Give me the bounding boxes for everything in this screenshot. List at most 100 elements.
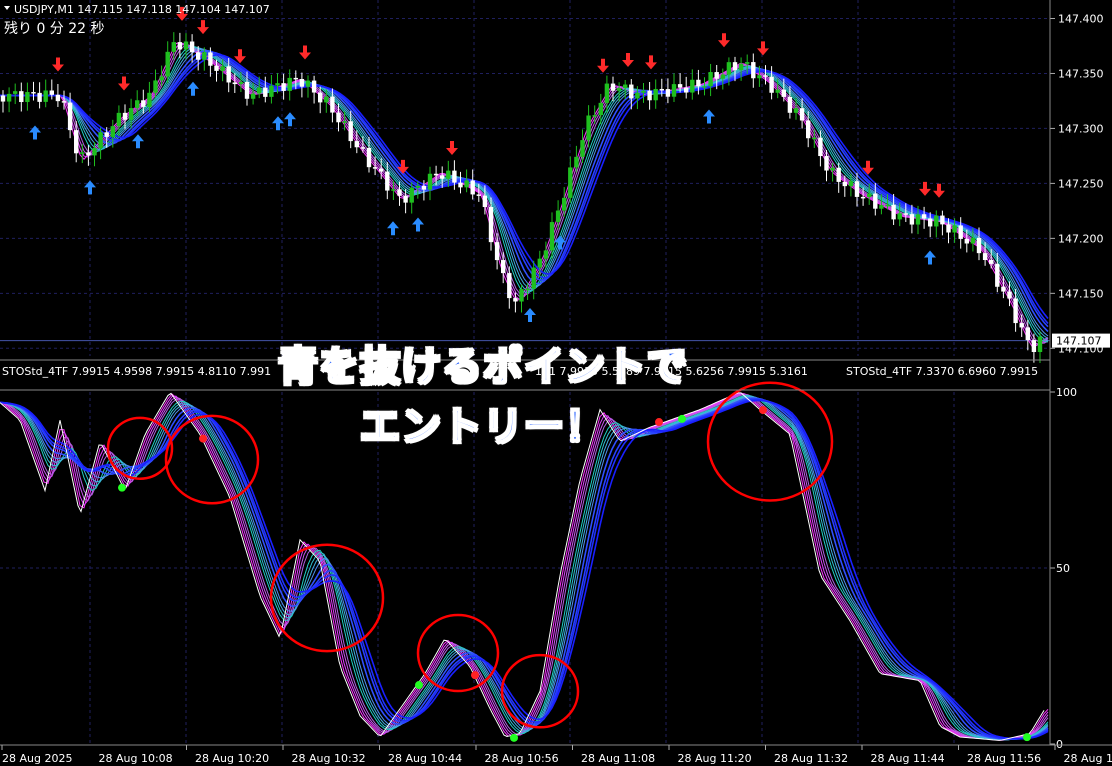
candle-body bbox=[714, 72, 719, 79]
candle-body bbox=[299, 78, 305, 87]
candle-body bbox=[1037, 336, 1043, 353]
candle-body bbox=[635, 92, 640, 99]
candle-body bbox=[897, 213, 902, 220]
candle-body bbox=[964, 238, 969, 244]
time-tick-label: 28 Aug 11:20 bbox=[678, 752, 752, 765]
candle-body bbox=[867, 193, 872, 198]
candle-body bbox=[909, 214, 915, 225]
candle-body bbox=[915, 214, 921, 225]
candle-body bbox=[568, 167, 573, 198]
candle-body bbox=[562, 197, 567, 211]
candle-body bbox=[427, 173, 433, 190]
candle-body bbox=[879, 205, 884, 209]
candle-body bbox=[110, 126, 115, 137]
candle-body bbox=[458, 182, 463, 188]
price-tick-label: 147.350 bbox=[1058, 67, 1104, 80]
time-tick-label: 28 Aug 10:56 bbox=[485, 752, 559, 765]
candle-body bbox=[696, 79, 701, 87]
candle-body bbox=[141, 100, 146, 107]
candle-body bbox=[128, 108, 134, 120]
candle-body bbox=[74, 130, 79, 154]
candle-body bbox=[806, 120, 811, 139]
candle-body bbox=[409, 187, 414, 203]
candle-body bbox=[684, 87, 689, 93]
indicator-label-1: STOStd_4TF 7.9915 4.9598 7.9915 4.8110 7… bbox=[2, 365, 271, 378]
candle-body bbox=[708, 72, 713, 87]
candle-body bbox=[647, 90, 652, 101]
candle-body bbox=[574, 156, 579, 168]
candle-body bbox=[49, 90, 54, 95]
candle-body bbox=[360, 147, 366, 149]
candle-body bbox=[232, 82, 237, 85]
candle-body bbox=[610, 83, 616, 91]
candle-body bbox=[519, 289, 524, 302]
candle-body bbox=[677, 84, 683, 88]
candle-body bbox=[171, 42, 176, 52]
candle-body bbox=[513, 298, 518, 302]
candle-body bbox=[531, 267, 536, 289]
candle-body bbox=[385, 171, 390, 191]
candle-body bbox=[787, 96, 793, 113]
candle-body bbox=[159, 76, 164, 81]
price-tick-label: 147.400 bbox=[1058, 12, 1104, 25]
candle-body bbox=[214, 65, 219, 71]
candle-body bbox=[641, 90, 646, 93]
candle-body bbox=[397, 189, 402, 196]
candle-body bbox=[366, 147, 372, 168]
time-tick-label: 28 Aug 12: bbox=[1064, 752, 1112, 765]
candle-body bbox=[702, 86, 707, 88]
candle-body bbox=[421, 185, 427, 190]
time-tick-label: 28 Aug 11:44 bbox=[871, 752, 945, 765]
indicator-label-3: STOStd_4TF 7.3370 6.6960 7.9915 bbox=[846, 365, 1038, 378]
candle-body bbox=[287, 77, 292, 91]
candle-body bbox=[488, 207, 494, 243]
candle-body bbox=[494, 242, 500, 261]
candle-body bbox=[934, 215, 939, 227]
candle-body bbox=[13, 91, 18, 94]
candle-body bbox=[354, 141, 359, 148]
candle-body bbox=[281, 83, 286, 91]
candle-body bbox=[330, 96, 335, 113]
candle-body bbox=[799, 108, 805, 121]
candle-body bbox=[946, 224, 951, 233]
price-tick-label: 147.150 bbox=[1058, 287, 1104, 300]
candle-body bbox=[501, 260, 506, 274]
time-tick-label: 28 Aug 10:32 bbox=[292, 752, 366, 765]
candle-body bbox=[781, 89, 786, 97]
candle-body bbox=[1025, 327, 1030, 341]
candle-body bbox=[940, 215, 945, 225]
candle-body bbox=[958, 225, 963, 239]
candle-body bbox=[25, 92, 30, 103]
candle-body bbox=[842, 181, 847, 187]
buy-dot bbox=[678, 414, 686, 423]
candle-body bbox=[55, 94, 61, 102]
candle-body bbox=[464, 180, 469, 188]
buy-dot bbox=[415, 681, 423, 690]
sell-dot bbox=[471, 671, 479, 680]
candle-body bbox=[623, 84, 628, 89]
candle-body bbox=[586, 115, 591, 141]
price-tick-label: 147.250 bbox=[1058, 177, 1104, 190]
candle-body bbox=[208, 52, 213, 66]
candle-body bbox=[1001, 286, 1006, 292]
candle-body bbox=[372, 167, 378, 169]
candle-body bbox=[391, 189, 396, 191]
candle-body bbox=[763, 75, 768, 77]
candle-body bbox=[403, 195, 408, 203]
buy-dot bbox=[510, 733, 518, 742]
candle-body bbox=[379, 168, 384, 172]
candle-body bbox=[738, 63, 744, 71]
candle-body bbox=[342, 121, 347, 123]
candle-body bbox=[1019, 323, 1024, 328]
candle-body bbox=[220, 66, 225, 71]
candle-body bbox=[0, 95, 6, 102]
symbol-info: USDJPY,M1 147.115 147.118 147.104 147.10… bbox=[14, 3, 270, 16]
candle-body bbox=[1007, 291, 1012, 299]
candle-body bbox=[507, 273, 512, 299]
time-tick-label: 28 Aug 2025 bbox=[2, 752, 72, 765]
candle-body bbox=[147, 92, 152, 107]
sell-dot bbox=[199, 434, 207, 443]
candle-body bbox=[616, 88, 622, 91]
candle-body bbox=[891, 204, 896, 220]
candle-body bbox=[854, 181, 860, 197]
